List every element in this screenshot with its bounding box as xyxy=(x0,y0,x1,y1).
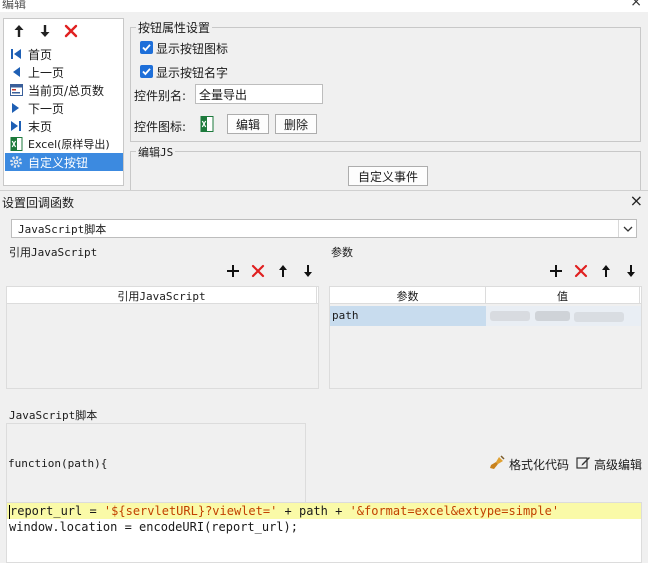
format-code-label: 格式化代码 xyxy=(509,458,570,472)
code-string: '&format=excel&extype=simple' xyxy=(349,504,560,518)
redacted-value xyxy=(535,311,570,321)
props-group-legend: 按钮属性设置 xyxy=(136,19,213,36)
params-column-value[interactable]: 值 xyxy=(486,287,640,304)
code-token: report_url = xyxy=(10,504,104,518)
dialog-title: 设置回调函数 xyxy=(2,196,75,210)
ref-js-add-icon[interactable] xyxy=(225,263,241,279)
list-item-label: 下一页 xyxy=(28,101,65,116)
prev-page-icon xyxy=(8,64,24,80)
list-item-label: 末页 xyxy=(28,119,53,134)
edit-pencil-icon xyxy=(576,455,591,473)
excel-icon xyxy=(8,136,24,152)
show-icon-checkbox[interactable] xyxy=(140,41,153,54)
callback-type-value: JavaScript脚本 xyxy=(18,223,107,236)
params-label: 参数 xyxy=(331,246,353,259)
list-item-next-page[interactable]: 下一页 xyxy=(5,99,123,117)
list-item-label: Excel(原样导出) xyxy=(28,138,110,151)
dialog-close-icon[interactable]: × xyxy=(630,191,643,210)
redacted-value xyxy=(574,312,624,322)
params-delete-icon[interactable] xyxy=(573,263,589,279)
params-add-icon[interactable] xyxy=(548,263,564,279)
back-window-close-icon[interactable]: × xyxy=(630,0,642,10)
advanced-edit-button[interactable]: 高级编辑 xyxy=(576,455,642,473)
icon-delete-button-label: 删除 xyxy=(283,117,308,132)
show-name-label: 显示按钮名字 xyxy=(156,66,229,80)
code-token: window.location = encodeURI(report_url); xyxy=(9,520,298,534)
icon-label: 控件图标: xyxy=(134,120,187,134)
list-item-label: 上一页 xyxy=(28,65,65,80)
list-item-label: 当前页/总页数 xyxy=(28,83,105,98)
ref-js-table-header: 引用JavaScript xyxy=(7,287,318,304)
code-string: '${servletURL}?viewlet=' xyxy=(103,504,278,518)
list-item-page-count[interactable]: 当前页/总页数 xyxy=(5,81,123,99)
params-move-up-icon[interactable] xyxy=(598,263,614,279)
move-up-icon[interactable] xyxy=(11,23,27,39)
list-item-custom-button[interactable]: 自定义按钮 xyxy=(5,153,123,171)
first-page-icon xyxy=(8,46,24,62)
delete-icon[interactable] xyxy=(63,23,79,39)
icon-edit-button[interactable]: 编辑 xyxy=(227,114,269,134)
ref-js-table: 引用JavaScript xyxy=(6,286,319,389)
list-item-label: 首页 xyxy=(28,47,53,62)
alias-label: 控件别名: xyxy=(134,89,187,103)
table-row[interactable]: path xyxy=(330,306,641,326)
custom-event-button-label: 自定义事件 xyxy=(357,169,418,184)
icon-edit-button-label: 编辑 xyxy=(235,117,260,132)
icon-delete-button[interactable]: 删除 xyxy=(275,114,317,134)
back-window-titlebar: 编辑 × xyxy=(0,0,648,12)
alias-value: 全量导出 xyxy=(199,87,248,102)
last-page-icon xyxy=(8,118,24,134)
ref-js-delete-icon[interactable] xyxy=(250,263,266,279)
list-item-excel-export[interactable]: Excel(原样导出) xyxy=(5,135,123,153)
param-name-cell[interactable]: path xyxy=(330,306,486,326)
script-label: JavaScript脚本 xyxy=(9,409,98,422)
list-item-label: 自定义按钮 xyxy=(28,155,89,170)
params-column-name[interactable]: 参数 xyxy=(330,287,486,304)
excel-icon xyxy=(200,116,214,135)
edit-js-legend: 编辑JS xyxy=(136,144,176,160)
show-name-checkbox[interactable] xyxy=(140,65,153,78)
redacted-value xyxy=(490,311,530,321)
ref-js-label: 引用JavaScript xyxy=(9,246,98,259)
code-line-2: window.location = encodeURI(report_url); xyxy=(7,519,641,535)
params-move-down-icon[interactable] xyxy=(623,263,639,279)
function-signature: function(path){ xyxy=(8,457,108,470)
params-table: 参数 值 path xyxy=(329,286,642,389)
broom-icon xyxy=(489,455,505,474)
format-code-button[interactable]: 格式化代码 xyxy=(489,455,569,474)
list-item-prev-page[interactable]: 上一页 xyxy=(5,63,123,81)
code-line-1: report_url = '${servletURL}?viewlet=' + … xyxy=(7,503,641,519)
function-signature-box: function(path){ xyxy=(6,423,306,505)
callback-type-select[interactable]: JavaScript脚本 xyxy=(11,219,637,238)
list-item-first-page[interactable]: 首页 xyxy=(5,45,123,63)
page-count-icon xyxy=(8,82,24,98)
alias-input[interactable]: 全量导出 xyxy=(195,84,323,104)
ref-js-column-header[interactable]: 引用JavaScript xyxy=(7,287,317,304)
next-page-icon xyxy=(8,100,24,116)
show-icon-label: 显示按钮图标 xyxy=(156,42,229,56)
button-list-panel: 首页 上一页 当前页/总页数 下一页 末页 Excel(原样导出) 自定义按钮 xyxy=(3,18,124,186)
list-item-last-page[interactable]: 末页 xyxy=(5,117,123,135)
ref-js-move-up-icon[interactable] xyxy=(275,263,291,279)
code-token: + path + xyxy=(277,504,350,518)
code-editor[interactable]: report_url = '${servletURL}?viewlet=' + … xyxy=(6,502,642,563)
gear-icon xyxy=(8,154,24,170)
back-window-title: 编辑 xyxy=(2,0,27,11)
move-down-icon[interactable] xyxy=(37,23,53,39)
ref-js-move-down-icon[interactable] xyxy=(300,263,316,279)
params-table-header: 参数 值 xyxy=(330,287,641,304)
custom-event-button[interactable]: 自定义事件 xyxy=(348,166,428,186)
advanced-edit-label: 高级编辑 xyxy=(594,457,643,472)
chevron-down-icon[interactable] xyxy=(618,220,636,237)
